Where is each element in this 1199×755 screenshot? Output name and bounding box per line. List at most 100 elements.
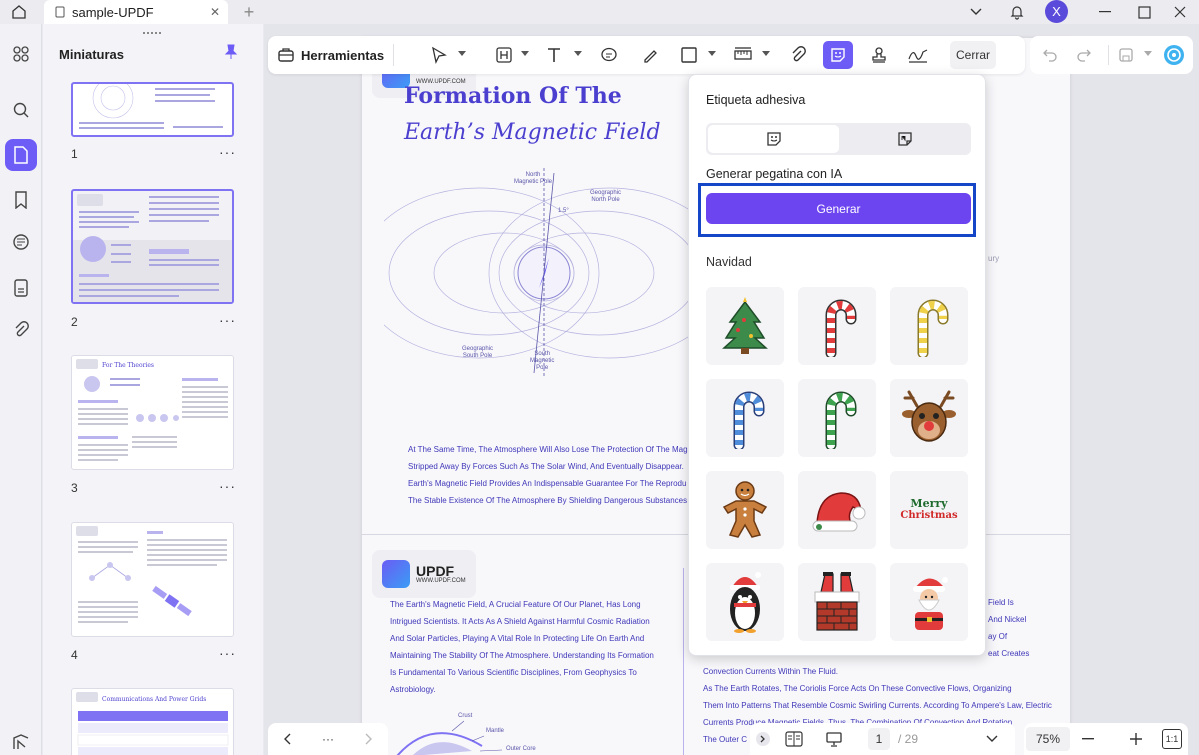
reindeer-sticker[interactable] bbox=[890, 379, 968, 457]
thumbnail-page-4[interactable] bbox=[71, 522, 234, 637]
grid-icon[interactable] bbox=[5, 38, 37, 70]
select-tool-icon[interactable] bbox=[426, 41, 452, 69]
minimize-icon[interactable] bbox=[1093, 0, 1117, 24]
candy-cane-blue-sticker[interactable] bbox=[706, 379, 784, 457]
collapse-icon[interactable] bbox=[753, 723, 773, 755]
home-icon[interactable] bbox=[8, 0, 30, 24]
pin-icon[interactable] bbox=[224, 44, 238, 60]
body-text-line: Field Is bbox=[988, 598, 1014, 607]
maximize-icon[interactable] bbox=[1132, 0, 1156, 24]
santa-claus-sticker[interactable] bbox=[890, 563, 968, 641]
layers-icon[interactable] bbox=[5, 726, 37, 755]
attachment-icon[interactable] bbox=[5, 314, 37, 346]
more-options-icon[interactable]: ··· bbox=[219, 478, 236, 494]
chevron-down-icon[interactable] bbox=[1144, 51, 1152, 56]
thumbnail-page-2[interactable] bbox=[71, 189, 234, 304]
user-avatar[interactable]: X bbox=[1045, 0, 1068, 23]
redo-icon[interactable] bbox=[1072, 41, 1096, 69]
drag-handle[interactable] bbox=[143, 32, 161, 36]
thumbnails-icon[interactable] bbox=[5, 139, 37, 171]
north-magnetic-pole-label: North Magnetic Pole bbox=[514, 172, 553, 185]
new-tab-icon[interactable]: + bbox=[238, 0, 260, 24]
christmas-tree-sticker[interactable] bbox=[706, 287, 784, 365]
chevron-down-icon[interactable] bbox=[458, 51, 466, 56]
window-close-icon[interactable] bbox=[1168, 0, 1192, 24]
bell-icon[interactable] bbox=[1005, 0, 1029, 24]
comment-icon[interactable] bbox=[5, 227, 37, 259]
shape-tool-icon[interactable] bbox=[676, 41, 702, 69]
comment-tool-icon[interactable] bbox=[596, 41, 622, 69]
thumbnail-panel: Miniaturas 1 ··· 2 ··· For The Theories … bbox=[43, 24, 263, 755]
page-number-input[interactable]: 1 bbox=[868, 728, 890, 750]
more-options-icon[interactable]: ··· bbox=[219, 645, 236, 661]
chevron-down-icon[interactable] bbox=[521, 51, 529, 56]
highlight-tool-icon[interactable] bbox=[491, 41, 517, 69]
sticker-note-icon bbox=[897, 132, 912, 146]
santa-chimney-sticker[interactable] bbox=[798, 563, 876, 641]
body-text-line: eat Creates bbox=[988, 649, 1030, 658]
page-layout-icon[interactable] bbox=[782, 723, 806, 755]
undo-icon[interactable] bbox=[1038, 41, 1062, 69]
close-toolbar-button[interactable]: Cerrar bbox=[950, 41, 996, 69]
chevron-left-icon[interactable] bbox=[276, 723, 300, 755]
measure-tool-icon[interactable] bbox=[730, 41, 756, 69]
thumbnail-page-5[interactable]: Communications And Power Grids bbox=[71, 688, 234, 755]
sticker-smile-icon bbox=[766, 132, 781, 146]
sticker-tab-emoji[interactable] bbox=[708, 125, 839, 153]
body-text-line: And Nickel bbox=[988, 615, 1027, 624]
chevron-down-icon[interactable] bbox=[762, 51, 770, 56]
thumbnail-page-3[interactable]: For The Theories bbox=[71, 355, 234, 470]
chevron-down-icon[interactable] bbox=[982, 723, 1002, 755]
gingerbread-man-sticker[interactable] bbox=[706, 471, 784, 549]
signature-tool-icon[interactable] bbox=[904, 41, 932, 69]
body-text-line: ury bbox=[988, 254, 1000, 263]
thumbnail-page-1[interactable] bbox=[71, 82, 234, 137]
thumbnail-number: 4 bbox=[71, 648, 78, 662]
stamp-tool-icon[interactable] bbox=[866, 41, 892, 69]
panel-title: Miniaturas bbox=[59, 47, 125, 62]
body-text-line: Convection Currents Within The Fluid. bbox=[703, 667, 839, 676]
text-tool-icon[interactable] bbox=[541, 41, 567, 69]
more-icon[interactable]: ··· bbox=[316, 723, 340, 755]
body-text-line: At The Same Time, The Atmosphere Will Al… bbox=[408, 445, 688, 454]
left-rail bbox=[0, 24, 42, 755]
actual-size-button[interactable]: 1:1 bbox=[1162, 729, 1182, 749]
attach-tool-icon[interactable] bbox=[785, 41, 811, 69]
generate-button[interactable]: Generar bbox=[706, 193, 971, 224]
chevron-down-icon[interactable] bbox=[965, 0, 987, 24]
angle-label: 1.5° bbox=[558, 208, 569, 214]
chevron-down-icon[interactable] bbox=[574, 51, 582, 56]
ai-sticker-label: Generar pegatina con IA bbox=[706, 167, 843, 181]
tools-button[interactable]: Herramientas bbox=[277, 42, 384, 68]
sticker-tool-icon[interactable] bbox=[823, 41, 853, 69]
candy-cane-yellow-sticker[interactable] bbox=[890, 287, 968, 365]
presentation-icon[interactable] bbox=[822, 723, 846, 755]
zoom-in-icon[interactable] bbox=[1126, 723, 1146, 755]
ai-assistant-icon[interactable] bbox=[1161, 41, 1187, 69]
candy-cane-red-sticker[interactable] bbox=[798, 287, 876, 365]
sticker-tab-note[interactable] bbox=[839, 125, 970, 153]
santa-hat-sticker[interactable] bbox=[798, 471, 876, 549]
search-icon[interactable] bbox=[5, 94, 37, 126]
save-icon[interactable] bbox=[1114, 41, 1138, 69]
body-text-line: And Solar Particles, Playing A Vital Rol… bbox=[390, 634, 645, 643]
sticker-panel-title: Etiqueta adhesiva bbox=[706, 93, 806, 107]
document-list-icon[interactable] bbox=[5, 272, 37, 304]
zoom-level[interactable]: 75% bbox=[1026, 727, 1070, 751]
tab-close-icon[interactable]: ✕ bbox=[210, 5, 220, 19]
body-text-line: The Stable Existence Of The Atmosphere B… bbox=[408, 496, 688, 505]
chevron-down-icon[interactable] bbox=[708, 51, 716, 56]
logo-url: WWW.UPDF.COM bbox=[416, 578, 466, 584]
zoom-out-icon[interactable] bbox=[1078, 723, 1098, 755]
more-options-icon[interactable]: ··· bbox=[219, 144, 236, 160]
penguin-sticker[interactable] bbox=[706, 563, 784, 641]
body-text-line: Earth's Magnetic Field Provides An Indis… bbox=[408, 479, 687, 488]
merry-christmas-sticker[interactable]: Merry Christmas bbox=[890, 471, 968, 549]
document-tab[interactable]: sample-UPDF ✕ bbox=[44, 0, 228, 24]
candy-cane-green-sticker[interactable] bbox=[798, 379, 876, 457]
pencil-tool-icon[interactable] bbox=[637, 41, 663, 69]
bookmark-icon[interactable] bbox=[5, 184, 37, 216]
more-options-icon[interactable]: ··· bbox=[219, 312, 236, 328]
merry-text: Merry bbox=[910, 497, 948, 510]
chevron-right-icon[interactable] bbox=[356, 723, 380, 755]
